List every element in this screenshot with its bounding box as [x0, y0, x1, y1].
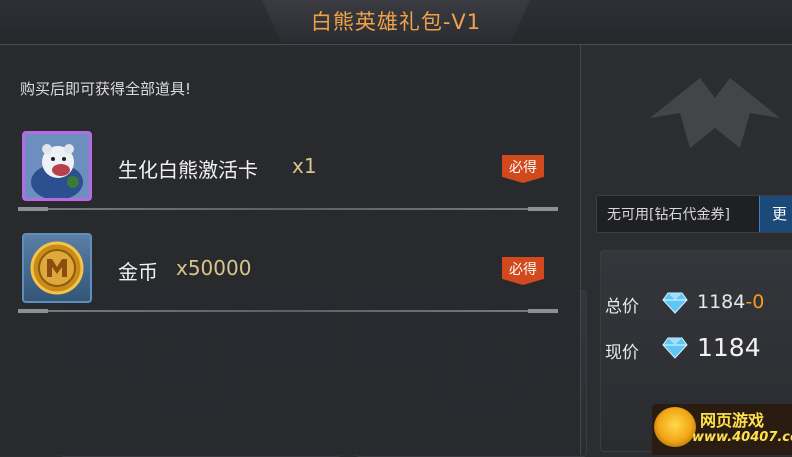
coupon-status: 无可用[钻石代金券] [607, 207, 730, 223]
reward-intro: 购买后即可获得全部道具! [20, 80, 192, 98]
current-price-label: 现价 [605, 343, 639, 363]
total-price: 1184-0 [697, 291, 764, 313]
watermark-title: 网页游戏 [700, 411, 765, 430]
reward-item-row: 金币 x50000 必得 [18, 226, 558, 313]
item-name: 金币 [118, 260, 158, 284]
change-coupon-button[interactable]: 更 [759, 196, 792, 232]
item-quantity: x1 [292, 154, 317, 178]
dialog-title: 白熊英雄礼包-V1 [310, 10, 482, 34]
current-price: 1184 [697, 333, 761, 362]
reward-item-row: 生化白熊激活卡 x1 必得 [18, 124, 558, 211]
polar-bear-card-icon [22, 131, 92, 201]
guaranteed-badge: 必得 [502, 155, 544, 183]
discount-value: 0 [752, 291, 765, 313]
diamond-icon [662, 337, 688, 359]
row-divider [18, 207, 558, 211]
item-name: 生化白熊激活卡 [118, 158, 258, 182]
diamond-icon [662, 292, 688, 314]
item-quantity: x50000 [176, 256, 252, 280]
guaranteed-badge: 必得 [502, 257, 544, 285]
mascot-logo-icon [654, 407, 696, 447]
total-price-label: 总价 [605, 297, 639, 317]
gold-coin-icon [22, 233, 92, 303]
eagle-emblem-icon [650, 78, 780, 148]
watermark-url: www.40407.com [692, 430, 792, 445]
coupon-selector[interactable]: 无可用[钻石代金券] 更 [596, 195, 792, 233]
total-price-value: 1184 [697, 291, 746, 313]
row-divider [18, 309, 558, 313]
site-watermark: 网页游戏 www.40407.com [652, 404, 792, 455]
